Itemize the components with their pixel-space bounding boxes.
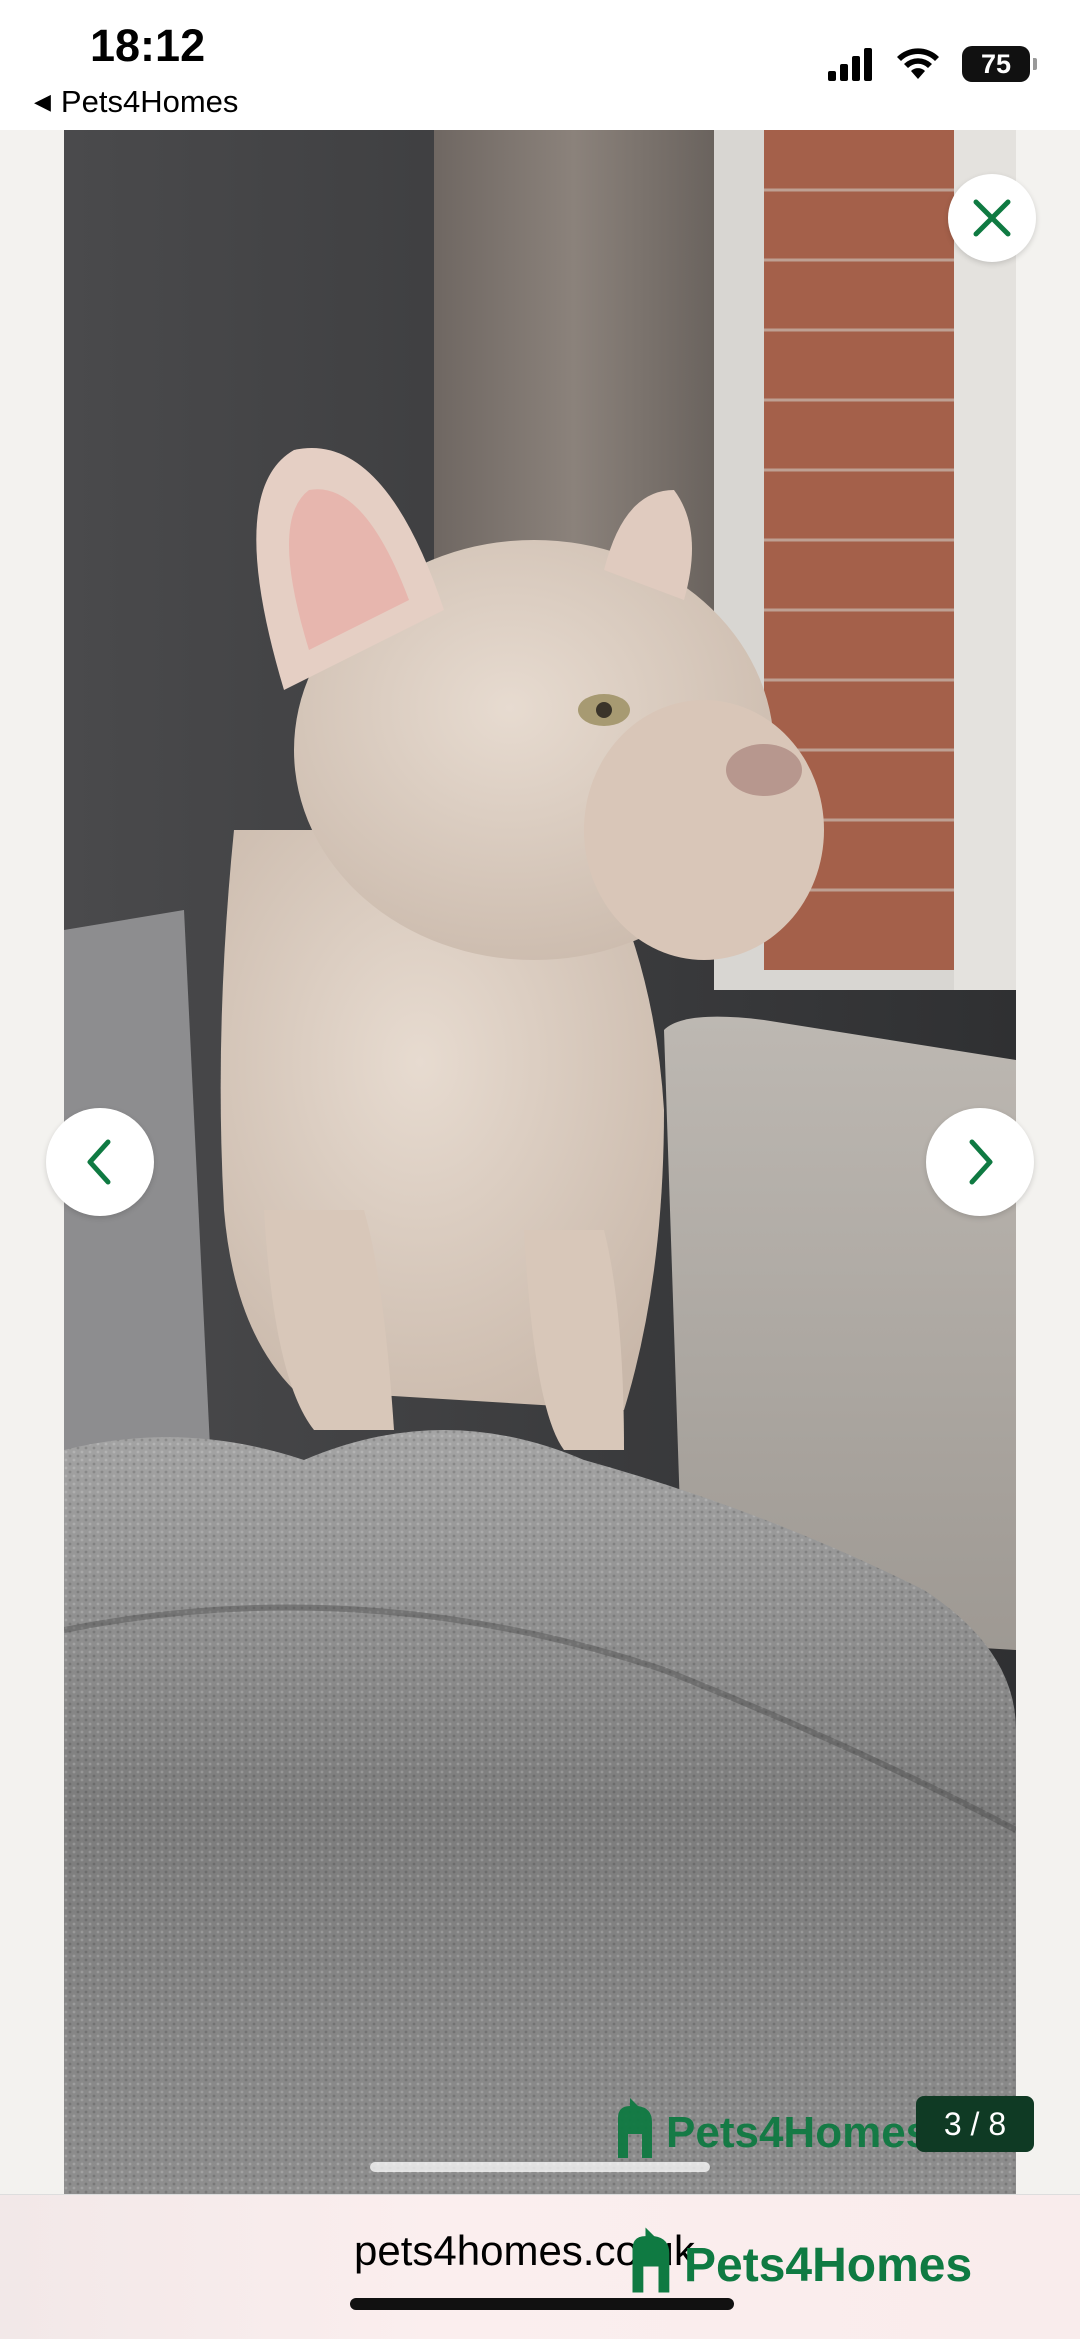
browser-url-bar[interactable]: pets4homes.co.uk Pets4Homes [0,2194,1080,2339]
overlay-scroll-indicator [370,2162,710,2172]
chevron-left-icon [87,1139,111,1185]
back-app-label: Pets4Homes [60,84,239,119]
cellular-signal-icon [828,48,872,81]
next-photo-button[interactable] [926,1108,1034,1216]
status-icons: 75 [828,46,1037,82]
wifi-icon [897,48,939,79]
brand-banner[interactable]: Pets4Homes [626,2227,972,2293]
photo-watermark: Pets4Homes [612,2098,930,2158]
previous-photo-button[interactable] [46,1108,154,1216]
back-triangle-icon: ◀ [34,89,51,114]
pets4homes-logo-icon [618,2098,652,2158]
gallery-photo[interactable] [64,130,1016,2194]
battery-icon: 75 [962,46,1037,82]
status-time: 18:12 [90,20,206,71]
dog-photo-illustration [64,130,1016,2194]
pets4homes-logo-icon [632,2227,670,2293]
close-gallery-button[interactable] [948,174,1036,262]
back-to-app-link[interactable]: ◀ Pets4Homes [34,84,238,120]
status-bar: 18:12 ◀ Pets4Homes 75 [0,0,1080,130]
home-indicator[interactable] [350,2298,734,2310]
watermark-text: Pets4Homes [666,2108,931,2157]
battery-level: 75 [980,48,1012,79]
chevron-right-icon [969,1139,993,1185]
photo-counter: 3 / 8 [916,2096,1034,2152]
close-icon [973,199,1011,237]
brand-text: Pets4Homes [684,2239,973,2292]
